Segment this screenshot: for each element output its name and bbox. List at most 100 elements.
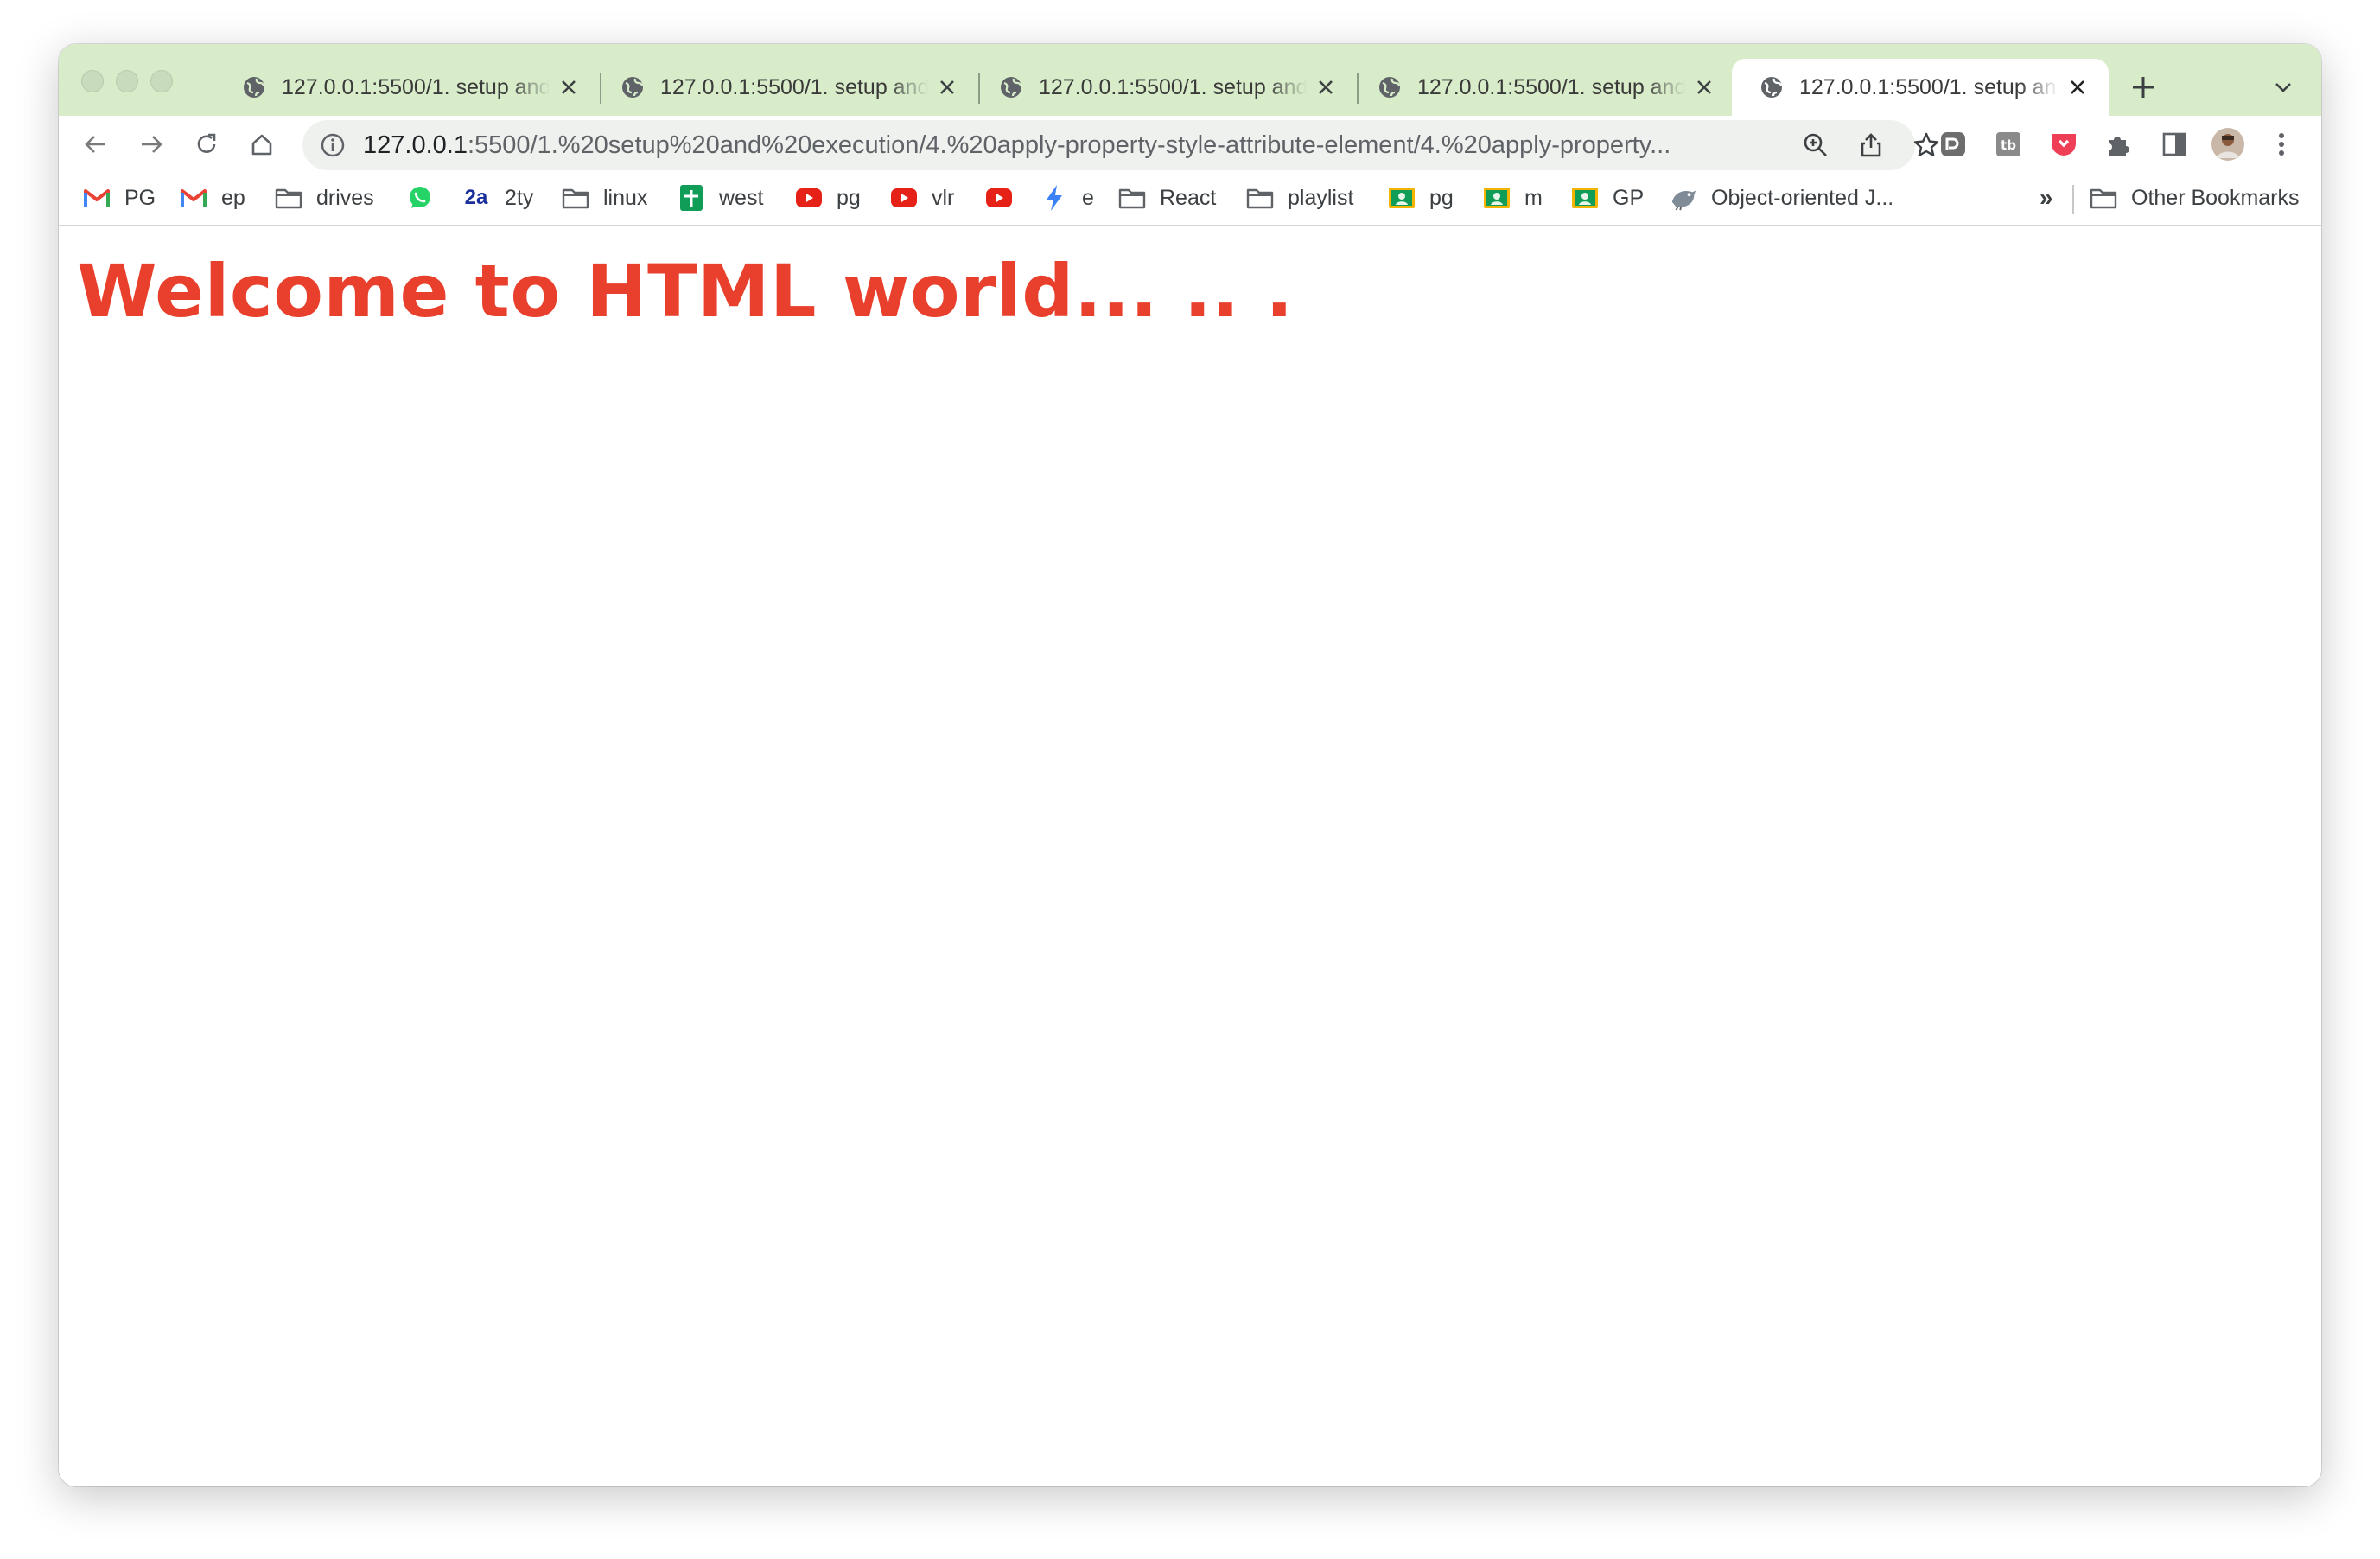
- extension-icon[interactable]: [1936, 127, 1970, 162]
- pocket-icon[interactable]: [2046, 127, 2081, 162]
- bookmark-item[interactable]: pg: [795, 171, 861, 225]
- bookmark-item[interactable]: west: [678, 171, 763, 225]
- close-icon[interactable]: [2064, 73, 2091, 101]
- plus-icon: [2133, 77, 2154, 98]
- folder-icon: [1246, 184, 1274, 212]
- bookmarks-overflow-button[interactable]: »: [2040, 171, 2053, 225]
- bookmark-label: Object-oriented J...: [1711, 185, 1894, 210]
- home-button[interactable]: [244, 126, 280, 162]
- bookmark-item[interactable]: Object-oriented J...: [1670, 171, 1893, 225]
- bolt-icon: [1040, 184, 1068, 212]
- bookmark-item[interactable]: [985, 171, 1027, 225]
- bird-icon: [1670, 184, 1697, 212]
- bookmark-item[interactable]: pg: [1388, 171, 1454, 225]
- bookmark-label: drives: [316, 185, 374, 210]
- share-icon[interactable]: [1853, 127, 1889, 163]
- close-icon[interactable]: [1312, 73, 1340, 101]
- zoom-icon[interactable]: [1798, 127, 1834, 163]
- arrow-left-icon: [85, 136, 105, 153]
- folder-icon: [2090, 184, 2117, 212]
- tab-title: 127.0.0.1:5500/1. setup and execution: [1799, 74, 2059, 99]
- tab-title: 127.0.0.1:5500/1. setup and execution: [1417, 74, 1685, 99]
- page-content: Welcome to HTML world... .. .: [59, 228, 2321, 1486]
- bookmarks-bar: PG ep drives 2a 2ty linux west pg vlr e …: [59, 171, 2321, 226]
- bookmark-label: 2ty: [505, 185, 534, 210]
- window-close-dot[interactable]: [81, 70, 104, 92]
- bookmark-item[interactable]: PG: [83, 171, 156, 225]
- url-host: 127.0.0.1: [363, 131, 468, 159]
- 2a-icon: 2a: [464, 186, 488, 209]
- tab[interactable]: 127.0.0.1:5500/1. setup and execution: [214, 59, 598, 116]
- other-bookmarks-folder[interactable]: Other Bookmarks: [2090, 171, 2300, 225]
- youtube-icon: [890, 184, 918, 212]
- other-bookmarks-label: Other Bookmarks: [2131, 185, 2300, 210]
- close-icon[interactable]: [933, 73, 961, 101]
- tab[interactable]: 127.0.0.1:5500/1. setup and execution: [1350, 59, 1734, 116]
- youtube-icon: [795, 184, 823, 212]
- puzzle-icon[interactable]: [2102, 127, 2136, 162]
- browser-window: 127.0.0.1:5500/1. setup and execution 12…: [59, 44, 2321, 1486]
- globe-icon: [999, 75, 1023, 99]
- bookmark-label: React: [1160, 185, 1217, 210]
- forward-button[interactable]: [133, 126, 169, 162]
- address-bar[interactable]: 127.0.0.1:5500/1.%20setup%20and%20execut…: [302, 120, 1939, 170]
- back-button[interactable]: [78, 126, 114, 162]
- globe-icon: [1378, 75, 1402, 99]
- tab-active[interactable]: 127.0.0.1:5500/1. setup and execution: [1732, 59, 2109, 116]
- avatar[interactable]: [2211, 127, 2245, 162]
- bookmark-folder[interactable]: drives: [275, 171, 374, 225]
- bookmark-label: ep: [221, 185, 245, 210]
- bookmark-item[interactable]: e: [1040, 171, 1094, 225]
- arrow-right-icon: [142, 136, 162, 153]
- info-icon[interactable]: [315, 127, 351, 163]
- extension-icon[interactable]: tb: [1991, 127, 2026, 162]
- bookmark-label: pg: [1429, 185, 1454, 210]
- url-path: :5500/1.%20setup%20and%20execution/4.%20…: [467, 131, 1671, 159]
- tab-title: 127.0.0.1:5500/1. setup and execution: [660, 74, 928, 99]
- svg-text:tb: tb: [2001, 137, 2016, 153]
- page-heading: Welcome to HTML world... .. .: [77, 249, 1294, 334]
- close-icon[interactable]: [555, 73, 582, 101]
- new-tab-button[interactable]: [2126, 70, 2160, 105]
- home-icon: [251, 134, 272, 156]
- globe-icon: [1760, 75, 1784, 99]
- folder-icon: [1118, 184, 1146, 212]
- bookmark-item[interactable]: ep: [180, 171, 245, 225]
- classroom-icon: [1388, 184, 1416, 212]
- tab[interactable]: 127.0.0.1:5500/1. setup and execution: [593, 59, 977, 116]
- kebab-menu-icon[interactable]: [2264, 127, 2299, 162]
- gmail-icon: [83, 184, 111, 212]
- classroom-icon: [1483, 184, 1511, 212]
- bookmark-label: pg: [837, 185, 861, 210]
- bookmark-folder[interactable]: linux: [562, 171, 647, 225]
- folder-icon: [275, 184, 302, 212]
- url-text[interactable]: 127.0.0.1:5500/1.%20setup%20and%20execut…: [363, 120, 1780, 170]
- bookmark-label: playlist: [1288, 185, 1354, 210]
- bookmark-item[interactable]: vlr: [890, 171, 954, 225]
- sidepanel-icon[interactable]: [2157, 127, 2192, 162]
- bookmark-label: west: [719, 185, 764, 210]
- window-zoom-dot[interactable]: [150, 70, 173, 92]
- bookmark-folder[interactable]: playlist: [1246, 171, 1353, 225]
- bookmark-label: m: [1524, 185, 1543, 210]
- bookmark-item[interactable]: [406, 171, 448, 225]
- reload-button[interactable]: [188, 126, 225, 162]
- globe-icon: [242, 75, 266, 99]
- tab[interactable]: 127.0.0.1:5500/1. setup and execution: [971, 59, 1355, 116]
- tab-title: 127.0.0.1:5500/1. setup and execution: [1039, 74, 1307, 99]
- folder-icon: [562, 184, 589, 212]
- classroom-icon: [1571, 184, 1599, 212]
- reload-icon: [197, 133, 216, 153]
- gmail-icon: [180, 184, 207, 212]
- close-icon[interactable]: [1690, 73, 1718, 101]
- bookmark-folder[interactable]: React: [1118, 171, 1216, 225]
- bookmark-item[interactable]: m: [1483, 171, 1543, 225]
- whatsapp-icon: [406, 184, 434, 212]
- bookmark-item[interactable]: 2a 2ty: [461, 171, 534, 225]
- window-minimize-dot[interactable]: [116, 70, 138, 92]
- tab-search-button[interactable]: [2268, 72, 2299, 103]
- youtube-icon: [985, 184, 1013, 212]
- toolbar: 127.0.0.1:5500/1.%20setup%20and%20execut…: [59, 116, 2321, 171]
- bookmark-item[interactable]: GP: [1571, 171, 1644, 225]
- bookmark-label: GP: [1613, 185, 1645, 210]
